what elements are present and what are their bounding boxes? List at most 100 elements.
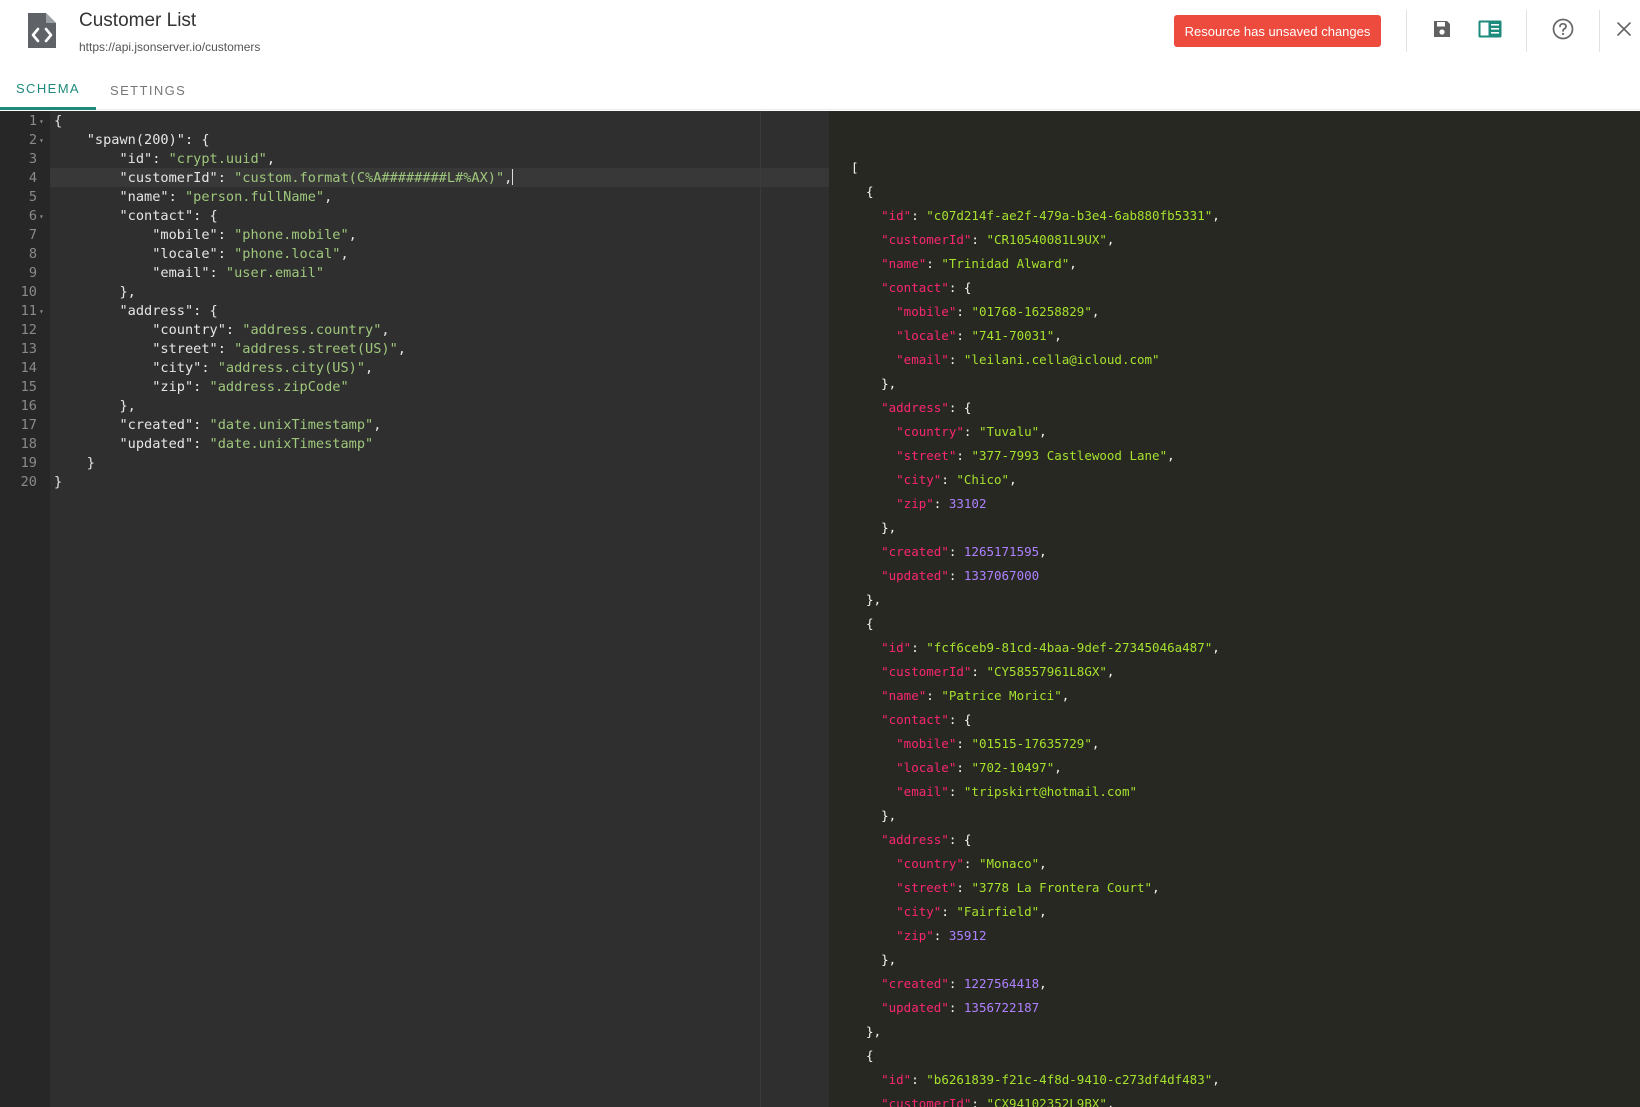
editor-line[interactable]: 11 ▾ "address": { bbox=[0, 302, 829, 321]
preview-line: "updated": 1337067000 bbox=[881, 568, 1040, 583]
help-button[interactable] bbox=[1548, 16, 1578, 46]
editor-line[interactable]: 19 } bbox=[0, 454, 829, 473]
line-number: 4 bbox=[28, 170, 37, 186]
editor-line[interactable]: 10 }, bbox=[0, 283, 829, 302]
preview-line: "city": "Fairfield", bbox=[896, 904, 1047, 919]
editor-line[interactable]: 2 ▾ "spawn(200)": { bbox=[0, 131, 829, 150]
preview-line: "address": { bbox=[881, 400, 972, 415]
editor-line[interactable]: 4 "customerId": "custom.format(C%A######… bbox=[0, 169, 829, 188]
line-number: 15 bbox=[20, 379, 37, 395]
editor-line[interactable]: 17 "created": "date.unixTimestamp", bbox=[0, 416, 829, 435]
preview-line: [ bbox=[851, 160, 859, 175]
schema-editor[interactable]: 1 ▾{2 ▾ "spawn(200)": {3 "id": "crypt.uuid… bbox=[0, 111, 829, 1107]
code-text: "address": { bbox=[119, 303, 218, 319]
preview-line: "email": "tripskirt@hotmail.com" bbox=[896, 784, 1137, 799]
preview-line: "street": "3778 La Frontera Court", bbox=[896, 880, 1160, 895]
code-text: "created": "date.unixTimestamp", bbox=[119, 417, 382, 433]
code-text: } bbox=[54, 455, 95, 471]
line-number: 10 bbox=[20, 284, 37, 300]
code-text: "street": "address.street(US)", bbox=[152, 341, 406, 357]
line-number: 18 bbox=[20, 436, 37, 452]
code-text: "spawn(200)": { bbox=[86, 132, 210, 148]
close-button[interactable] bbox=[1612, 16, 1636, 46]
preview-line: "street": "377-7993 Castlewood Lane", bbox=[896, 448, 1175, 463]
preview-line: "created": 1227564418, bbox=[881, 976, 1047, 991]
line-number: 17 bbox=[20, 417, 37, 433]
preview-line: "locale": "741-70031", bbox=[896, 328, 1062, 343]
editor-line[interactable]: 9 "email": "user.email" bbox=[0, 264, 829, 283]
tab-schema[interactable]: SCHEMA bbox=[0, 70, 96, 110]
line-number: 1 bbox=[28, 113, 37, 129]
preview-line: "country": "Monaco", bbox=[896, 856, 1047, 871]
line-number: 8 bbox=[28, 246, 37, 262]
preview-lines: [ { "id": "c07d214f-ae2f-479a-b3e4-6ab88… bbox=[851, 156, 1220, 1107]
editor-line[interactable]: 5 "name": "person.fullName", bbox=[0, 188, 829, 207]
editor-line[interactable]: 1 ▾ { bbox=[0, 112, 829, 131]
fold-toggle-icon[interactable]: ▾ bbox=[39, 112, 44, 131]
code-text: "locale": "phone.local", bbox=[152, 246, 349, 262]
tab-bar: SCHEMA SETTINGS bbox=[0, 70, 1640, 110]
editor-line[interactable]: 20} bbox=[0, 473, 829, 492]
code-text: "customerId": "custom.format(C%A########… bbox=[119, 169, 514, 186]
preview-line: { bbox=[851, 616, 874, 631]
preview-line: }, bbox=[851, 808, 897, 823]
code-text: }, bbox=[54, 284, 136, 300]
preview-line: "locale": "702-10497", bbox=[896, 760, 1062, 775]
line-number: 12 bbox=[20, 322, 37, 338]
preview-panel-icon bbox=[1478, 20, 1502, 43]
file-code-icon bbox=[26, 12, 58, 50]
code-text: "id": "crypt.uuid", bbox=[119, 151, 276, 167]
preview-line: "country": "Tuvalu", bbox=[896, 424, 1047, 439]
line-number: 11 bbox=[20, 303, 37, 319]
toggle-preview-button[interactable] bbox=[1475, 16, 1505, 46]
code-text: "updated": "date.unixTimestamp" bbox=[119, 436, 374, 452]
line-number: 7 bbox=[28, 227, 37, 243]
preview-line: }, bbox=[851, 952, 897, 967]
help-icon bbox=[1552, 18, 1574, 45]
code-text: "contact": { bbox=[119, 208, 218, 224]
line-number: 6 bbox=[28, 208, 37, 224]
line-number: 16 bbox=[20, 398, 37, 414]
editor-line[interactable]: 7 "mobile": "phone.mobile", bbox=[0, 226, 829, 245]
preview-line: "zip": 35912 bbox=[896, 928, 987, 943]
preview-line: }, bbox=[851, 592, 882, 607]
code-text: } bbox=[54, 474, 63, 490]
unsaved-changes-button[interactable]: Resource has unsaved changes bbox=[1174, 15, 1381, 47]
preview-line: "zip": 33102 bbox=[896, 496, 987, 511]
preview-line: "mobile": "01515-17635729", bbox=[896, 736, 1100, 751]
preview-line: }, bbox=[851, 520, 897, 535]
editor-line[interactable]: 8 "locale": "phone.local", bbox=[0, 245, 829, 264]
line-number: 3 bbox=[28, 151, 37, 167]
editor-line[interactable]: 14 "city": "address.city(US)", bbox=[0, 359, 829, 378]
editor-line[interactable]: 18 "updated": "date.unixTimestamp" bbox=[0, 435, 829, 454]
close-icon bbox=[1616, 21, 1632, 42]
preview-line: }, bbox=[851, 376, 897, 391]
page-title: Customer List bbox=[79, 10, 197, 31]
editor-line[interactable]: 16 }, bbox=[0, 397, 829, 416]
preview-line: "name": "Trinidad Alward", bbox=[881, 256, 1077, 271]
save-icon bbox=[1432, 19, 1452, 44]
line-number: 9 bbox=[28, 265, 37, 281]
code-text: "name": "person.fullName", bbox=[119, 189, 333, 205]
fold-toggle-icon[interactable]: ▾ bbox=[39, 131, 44, 150]
editor-line[interactable]: 13 "street": "address.street(US)", bbox=[0, 340, 829, 359]
code-text: "mobile": "phone.mobile", bbox=[152, 227, 357, 243]
tab-settings[interactable]: SETTINGS bbox=[110, 70, 186, 110]
editor-line[interactable]: 12 "country": "address.country", bbox=[0, 321, 829, 340]
preview-line: "city": "Chico", bbox=[896, 472, 1017, 487]
fold-toggle-icon[interactable]: ▾ bbox=[39, 302, 44, 321]
app-header: Customer List https://api.jsonserver.io/… bbox=[0, 0, 1640, 70]
fold-toggle-icon[interactable]: ▾ bbox=[39, 207, 44, 226]
preview-line: "updated": 1356722187 bbox=[881, 1000, 1040, 1015]
line-number: 14 bbox=[20, 360, 37, 376]
line-number: 5 bbox=[28, 189, 37, 205]
editor-line[interactable]: 6 ▾ "contact": { bbox=[0, 207, 829, 226]
preview-line: "mobile": "01768-16258829", bbox=[896, 304, 1100, 319]
editor-line[interactable]: 15 "zip": "address.zipCode" bbox=[0, 378, 829, 397]
editor-line[interactable]: 3 "id": "crypt.uuid", bbox=[0, 150, 829, 169]
header-divider bbox=[1526, 10, 1527, 52]
line-number: 2 bbox=[28, 132, 37, 148]
line-number: 19 bbox=[20, 455, 37, 471]
save-button[interactable] bbox=[1427, 16, 1457, 46]
preview-line: "created": 1265171595, bbox=[881, 544, 1047, 559]
